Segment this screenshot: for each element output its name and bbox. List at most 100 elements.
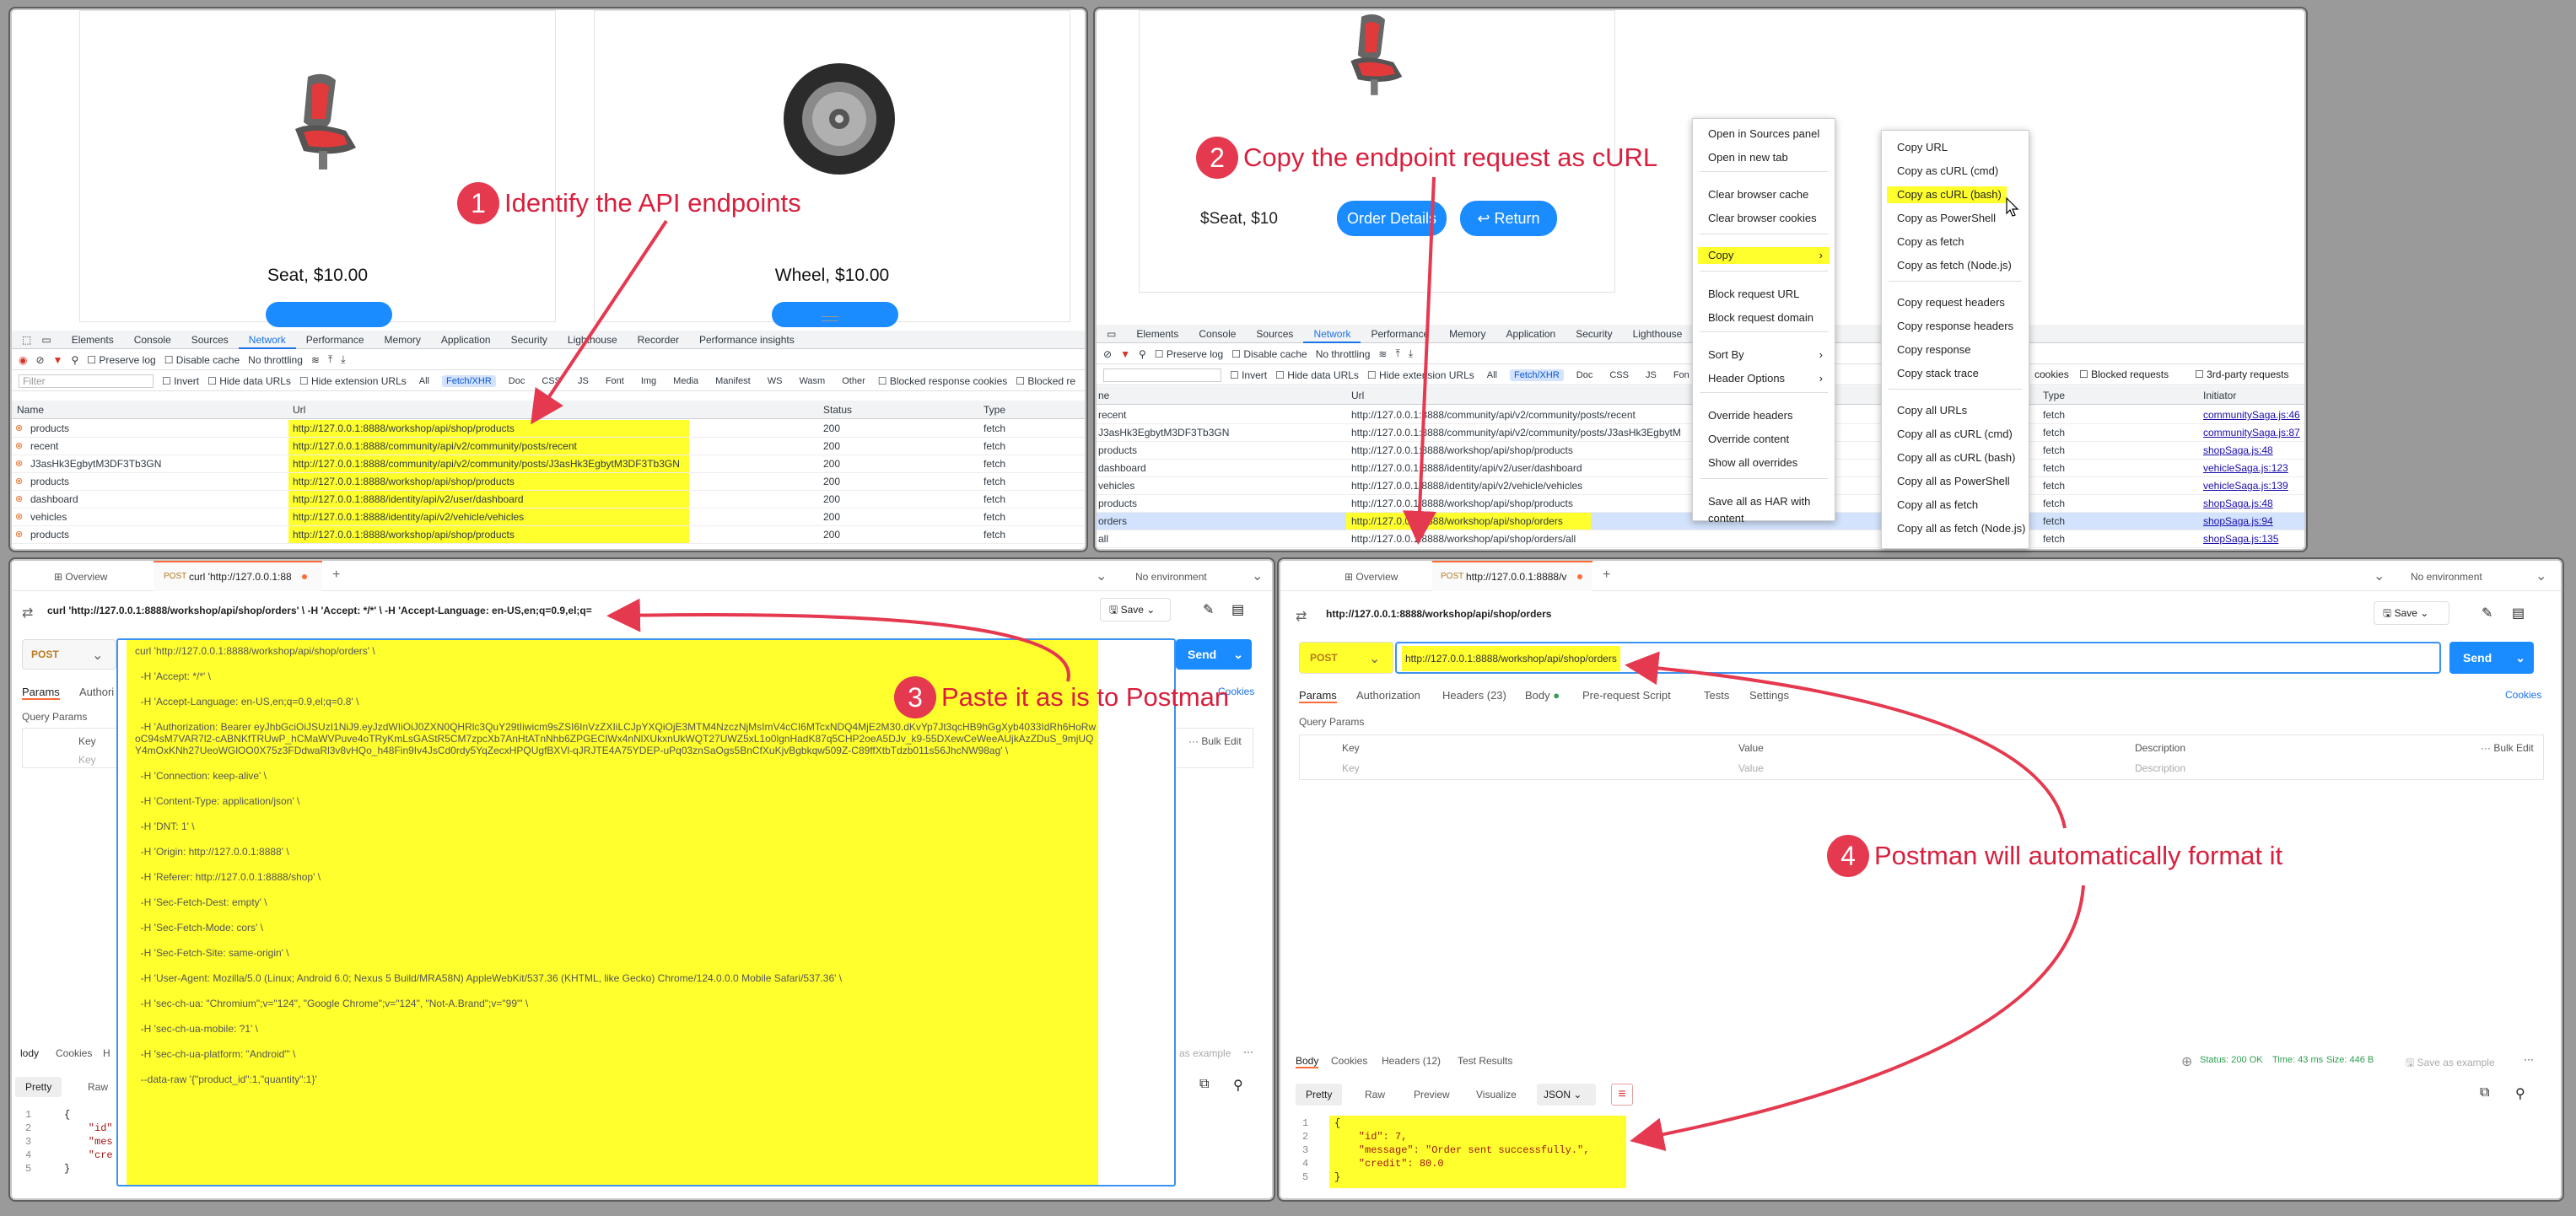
col-name[interactable]: ne (1098, 390, 1109, 401)
tab-performance-insights[interactable]: Performance insights (689, 334, 805, 346)
cookies-link[interactable]: Cookies (2505, 689, 2541, 701)
clear-icon[interactable]: ⊘ (35, 354, 44, 366)
menu-item-copy[interactable]: Copy › (1698, 247, 1830, 264)
save-button[interactable]: 🖫 Save ⌄ (2374, 601, 2449, 625)
product-card-wheel[interactable]: Wheel, $10.00 (594, 10, 1070, 327)
tab-headers[interactable]: Headers (23) (1442, 689, 1506, 702)
request-tab[interactable]: POST curl 'http://127.0.0.1:88 (154, 561, 322, 591)
environment-select[interactable]: No environment (1135, 571, 1207, 583)
export-icon[interactable]: ⤓ (341, 353, 345, 366)
col-name[interactable]: Name (17, 404, 44, 416)
table-row[interactable]: ⊗ vehicles http://127.0.0.1:8888/identity/… (12, 508, 1085, 526)
hide-data-urls-checkbox[interactable]: ☐ Hide data URLs (1275, 369, 1359, 381)
more-icon[interactable]: ··· (1243, 1046, 1253, 1057)
chip-font[interactable]: Fon (1669, 369, 1694, 381)
menu-item-block-url[interactable]: Block request URL (1693, 286, 1835, 303)
inspect-icon[interactable]: ⬚ (12, 334, 41, 346)
menu-item-copy-curl-cmd[interactable]: Copy as cURL (cmd) (1882, 163, 2029, 180)
key-input[interactable]: Key (1342, 762, 1360, 774)
tab-cookies[interactable]: Cookies (56, 1047, 92, 1059)
row-initiator[interactable]: vehicleSaga.js:139 (2203, 480, 2288, 492)
table-row[interactable]: ⊗ J3asHk3EgbytM3DF3Tb3GN http://127.0.0.1:… (12, 455, 1085, 473)
menu-item-copy-response-headers[interactable]: Copy response headers (1882, 318, 2029, 335)
send-button[interactable]: Send ⌄ (1176, 639, 1252, 670)
order-details-button[interactable]: Order Details (1337, 201, 1447, 236)
menu-item-header-options[interactable]: Header Options › (1693, 370, 1835, 387)
menu-item-copy-all-powershell[interactable]: Copy all as PowerShell (1882, 473, 2029, 490)
save-button[interactable]: 🖫 Save ⌄ (1100, 598, 1171, 621)
devtools-resize-handle[interactable] (822, 316, 838, 321)
overview-tab[interactable]: ⊞ Overview (54, 571, 107, 583)
request-title[interactable]: curl 'http://127.0.0.1:8888/workshop/api… (47, 605, 638, 616)
format-select[interactable]: JSON ⌄ (1537, 1084, 1596, 1106)
wifi-icon[interactable]: ≋ (1378, 348, 1387, 360)
preserve-log-checkbox[interactable]: ☐ Preserve log (87, 354, 155, 366)
device-icon[interactable]: ▭ (41, 334, 61, 346)
visualize-tab[interactable]: Visualize (1476, 1089, 1517, 1100)
edit-icon[interactable]: ✎ (1203, 601, 1214, 618)
product-card-seat[interactable]: Seat, $10.00 (79, 10, 556, 327)
search-icon[interactable]: ⚲ (71, 354, 78, 366)
tab-body[interactable]: lody (20, 1047, 39, 1059)
chip-all[interactable]: All (415, 375, 434, 387)
blocked-requests-checkbox[interactable]: ☐ Blocked requests (2079, 369, 2169, 380)
menu-item-copy-all-fetch-node[interactable]: Copy all as fetch (Node.js) (1882, 520, 2029, 537)
menu-item-show-overrides[interactable]: Show all overrides (1693, 455, 1835, 471)
preserve-log-checkbox[interactable]: ☐ Preserve log (1155, 348, 1223, 360)
chip-manifest[interactable]: Manifest (711, 375, 755, 387)
tab-lighthouse[interactable]: Lighthouse (558, 334, 628, 346)
raw-tab[interactable]: Raw (1365, 1089, 1385, 1100)
chevron-down-icon[interactable]: ⌄ (1252, 568, 1263, 584)
row-initiator[interactable]: shopSaga.js:48 (2203, 498, 2273, 509)
tab-security[interactable]: Security (501, 334, 558, 346)
copy-icon[interactable]: ⧉ (2480, 1085, 2489, 1100)
method-select[interactable]: POST ⌄ (1299, 642, 1393, 674)
table-row[interactable]: ⊗ recent http://127.0.0.1:8888/community/a… (12, 438, 1085, 455)
plus-icon[interactable]: + (332, 568, 340, 583)
comment-icon[interactable]: ▤ (2512, 605, 2525, 621)
menu-item-copy-fetch[interactable]: Copy as fetch (1882, 234, 2029, 250)
bulk-edit-link[interactable]: ··· Bulk Edit (1188, 735, 1242, 747)
menu-item-copy-stack-trace[interactable]: Copy stack trace (1882, 365, 2029, 382)
menu-item-copy-request-headers[interactable]: Copy request headers (1882, 294, 2029, 311)
menu-item-open-sources[interactable]: Open in Sources panel (1693, 126, 1835, 143)
method-select[interactable]: POST ⌄ (22, 639, 116, 670)
tab-sources[interactable]: Sources (1246, 328, 1303, 340)
col-url[interactable]: Url (1351, 390, 1364, 401)
col-url[interactable]: Url (293, 404, 305, 416)
tab-network[interactable]: Network (238, 331, 296, 349)
tab-authorization[interactable]: Authorization (1356, 689, 1420, 702)
tab-application[interactable]: Application (431, 334, 501, 346)
hide-extension-urls-checkbox[interactable]: ☐ Hide extension URLs (1367, 369, 1474, 381)
menu-item-override-headers[interactable]: Override headers (1693, 407, 1835, 424)
hide-data-urls-checkbox[interactable]: ☐ Hide data URLs (207, 375, 291, 387)
edit-icon[interactable]: ✎ (2482, 605, 2492, 621)
plus-icon[interactable]: + (1603, 568, 1610, 583)
record-icon[interactable]: ◉ (19, 354, 27, 366)
tab-elements[interactable]: Elements (1126, 328, 1188, 340)
comment-icon[interactable]: ▤ (1231, 601, 1244, 618)
bulk-edit-link[interactable]: ··· Bulk Edit (2481, 742, 2534, 754)
description-input[interactable]: Description (2135, 762, 2185, 774)
wrap-icon[interactable]: ≡ (1611, 1084, 1633, 1106)
menu-item-override-content[interactable]: Override content (1693, 431, 1835, 448)
tab-recorder[interactable]: Recorder (628, 334, 689, 346)
tab-elements[interactable]: Elements (62, 334, 124, 346)
send-button[interactable]: Send ⌄ (2449, 642, 2534, 674)
tab-params[interactable]: Params (1299, 689, 1337, 703)
tab-memory[interactable]: Memory (1439, 328, 1495, 340)
tab-console[interactable]: Console (1188, 328, 1246, 340)
chip-doc[interactable]: Doc (1572, 369, 1598, 381)
tab-tests[interactable]: Tests (1704, 689, 1729, 702)
chevron-down-icon[interactable]: ⌄ (1096, 568, 1107, 584)
environment-select[interactable]: No environment (2411, 571, 2482, 583)
value-input[interactable]: Value (1738, 762, 1764, 774)
clear-icon[interactable]: ⊘ (1103, 348, 1112, 360)
row-initiator[interactable]: communitySaga.js:87 (2203, 427, 2300, 439)
url-input[interactable]: http://127.0.0.1:8888/workshop/api/shop/… (1395, 642, 2441, 674)
tab-pre-request[interactable]: Pre-request Script (1582, 689, 1671, 702)
tab-settings[interactable]: Settings (1749, 689, 1789, 702)
menu-item-copy-fetch-node[interactable]: Copy as fetch (Node.js) (1882, 257, 2029, 274)
row-initiator[interactable]: shopSaga.js:48 (2203, 444, 2273, 456)
export-icon[interactable]: ⤓ (1409, 347, 1413, 360)
